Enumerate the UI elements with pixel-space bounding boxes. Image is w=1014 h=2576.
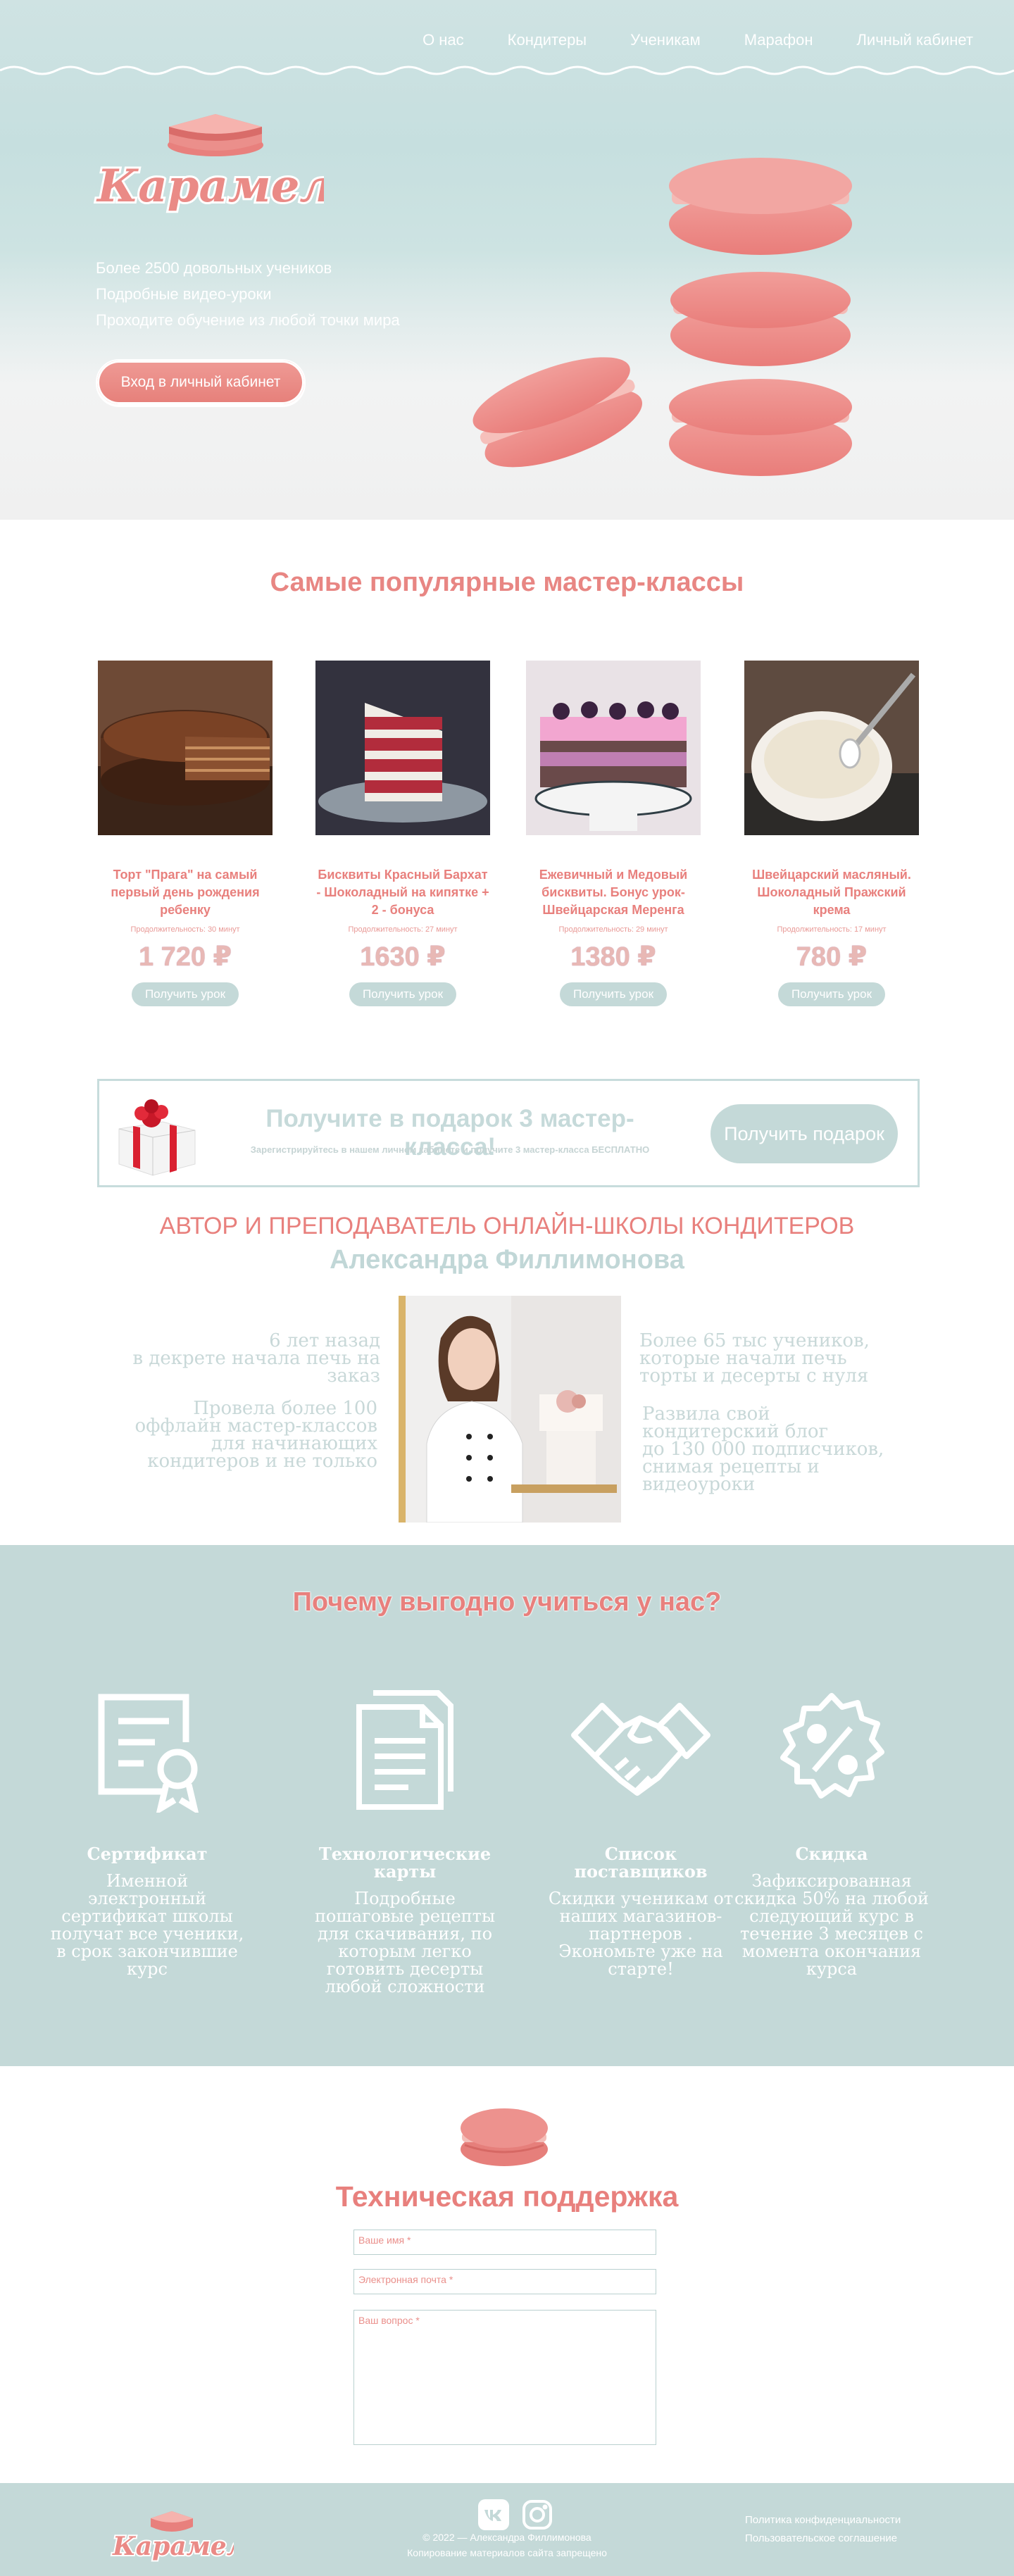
footer-links: Политика конфиденциальности Пользователь…	[745, 2511, 901, 2548]
course-price: 780 ₽	[796, 942, 868, 972]
course-title: Бисквиты Красный Бархат - Шоколадный на …	[316, 868, 489, 917]
benefit-text: Подробные пошаговые рецепты для скачиван…	[314, 1889, 496, 1996]
get-lesson-button[interactable]: Получить урок	[560, 982, 667, 1006]
nav-account[interactable]: Личный кабинет	[856, 31, 973, 49]
benefit-text: Зафиксированная скидка 50% на любой след…	[734, 1871, 930, 1979]
author-fact: Более 65 тыс учеников, которые начали пе…	[639, 1330, 870, 1387]
support-title: Техническая поддержка	[335, 2180, 679, 2213]
course-image-red-velvet[interactable]	[315, 661, 490, 835]
benefits-section: Почему выгодно учиться у нас? Сертификат…	[0, 1545, 1014, 2066]
instagram-icon[interactable]	[521, 2499, 553, 2531]
benefit-text: Скидки ученикам от наших магазинов-партн…	[548, 1889, 734, 1979]
course-duration: Продолжительность: 27 минут	[348, 925, 458, 934]
email-field[interactable]: Электронная почта *	[353, 2269, 656, 2294]
benefit-text: Именной электронный сертификат школы пол…	[50, 1871, 244, 1979]
course-image-prague-cake[interactable]	[98, 661, 273, 835]
get-lesson-button[interactable]: Получить урок	[778, 982, 885, 1006]
course-title: Торт "Прага" на самый первый день рожден…	[111, 868, 260, 917]
discount-badge-icon	[780, 1693, 884, 1799]
document-cards-icon	[356, 1690, 453, 1810]
get-lesson-button[interactable]: Получить урок	[132, 982, 239, 1006]
gift-subtitle: Зарегистрируйтесь в нашем личном кабинет…	[250, 1144, 650, 1155]
nav-about[interactable]: О нас	[423, 31, 464, 49]
course-price: 1380 ₽	[570, 942, 656, 972]
author-fact: Провела более 100 оффлайн мастер-классов…	[134, 1398, 377, 1472]
gift-banner: Получите в подарок 3 мастер-класса! Заре…	[97, 1079, 920, 1187]
author-fact: Развила свой кондитерский блог до 130 00…	[642, 1403, 884, 1495]
course-image-swiss-buttercream[interactable]	[744, 661, 919, 835]
course-card[interactable]: Швейцарский масляный. Шоколадный Пражски…	[740, 661, 923, 1006]
get-lesson-button[interactable]: Получить урок	[349, 982, 456, 1006]
vk-icon[interactable]	[477, 2499, 510, 2531]
course-price: 1630 ₽	[360, 942, 446, 972]
footer: Карамель © 2022 — Александра Филлимонова…	[0, 2483, 1014, 2576]
benefit-title: Сертификат	[87, 1844, 208, 1864]
nav-confectioners[interactable]: Кондитеры	[508, 31, 587, 49]
author-section-subtitle: АВТОР И ПРЕПОДАВАТЕЛЬ ОНЛАЙН-ШКОЛЫ КОНДИ…	[159, 1213, 855, 1239]
benefits-title: Почему выгодно учиться у нас?	[292, 1587, 722, 1617]
get-gift-button[interactable]: Получить подарок	[711, 1104, 898, 1163]
benefit-item: Скидка Зафиксированная скидка 50% на люб…	[730, 1679, 934, 1978]
hero-feature: Проходите обучение из любой точки мира	[96, 311, 400, 329]
main-nav: О нас Кондитеры Ученикам Марафон Личный …	[423, 31, 973, 49]
user-agreement-link[interactable]: Пользовательское соглашение	[745, 2530, 901, 2548]
course-card[interactable]: Торт "Прага" на самый первый день рожден…	[94, 661, 277, 1006]
benefit-title: Скидка	[795, 1844, 868, 1864]
nav-marathon[interactable]: Марафон	[744, 31, 813, 49]
privacy-policy-link[interactable]: Политика конфиденциальности	[745, 2511, 901, 2530]
nav-students[interactable]: Ученикам	[630, 31, 701, 49]
benefit-item: Сертификат Именной электронный сертифика…	[45, 1679, 249, 1978]
author-fact: 6 лет назад в декрете начала печь на зак…	[132, 1330, 380, 1387]
hero-feature: Подробные видео-уроки	[96, 285, 272, 303]
cake-logo-icon: Карамель	[94, 114, 365, 215]
brand-logo[interactable]: Карамель	[92, 99, 365, 218]
question-textarea[interactable]: Ваш вопрос *	[353, 2310, 656, 2445]
course-duration: Продолжительность: 17 минут	[777, 925, 887, 934]
hero-section: О нас Кондитеры Ученикам Марафон Личный …	[0, 0, 1014, 520]
macarons-illustration	[472, 158, 852, 476]
course-duration: Продолжительность: 30 минут	[130, 925, 240, 934]
brand-name: Карамель	[96, 160, 324, 213]
benefit-item: Технологические карты Подробные пошаговы…	[303, 1679, 507, 1996]
hero-features: Более 2500 довольных учеников Подробные …	[96, 255, 400, 333]
gift-box-icon	[118, 1099, 196, 1176]
author-name: Александра Филлимонова	[330, 1245, 684, 1275]
course-image-blackberry-honey[interactable]	[526, 661, 701, 835]
benefit-title: Список поставщиков	[574, 1844, 708, 1882]
benefit-item: Список поставщиков Скидки ученикам от на…	[539, 1679, 743, 1978]
course-title: Ежевичный и Медовый бисквиты. Бонус урок…	[539, 868, 688, 917]
certificate-icon	[98, 1694, 199, 1813]
hero-feature: Более 2500 довольных учеников	[96, 259, 332, 277]
popular-section-title: Самые популярные мастер-классы	[270, 568, 744, 597]
course-title: Швейцарский масляный. Шоколадный Пражски…	[752, 868, 911, 917]
login-cabinet-button[interactable]: Вход в личный кабинет	[96, 359, 306, 406]
author-photo	[399, 1296, 621, 1523]
benefit-title: Технологические карты	[318, 1844, 492, 1882]
course-card[interactable]: Ежевичный и Медовый бисквиты. Бонус урок…	[522, 661, 705, 1006]
course-card[interactable]: Бисквиты Красный Бархат - Шоколадный на …	[311, 661, 494, 1006]
course-duration: Продолжительность: 29 минут	[558, 925, 668, 934]
name-field[interactable]: Ваше имя *	[353, 2230, 656, 2255]
macaron-icon	[461, 2108, 548, 2166]
course-price: 1 720 ₽	[138, 942, 232, 972]
handshake-icon	[571, 1703, 711, 1796]
wave-divider	[0, 65, 1014, 75]
